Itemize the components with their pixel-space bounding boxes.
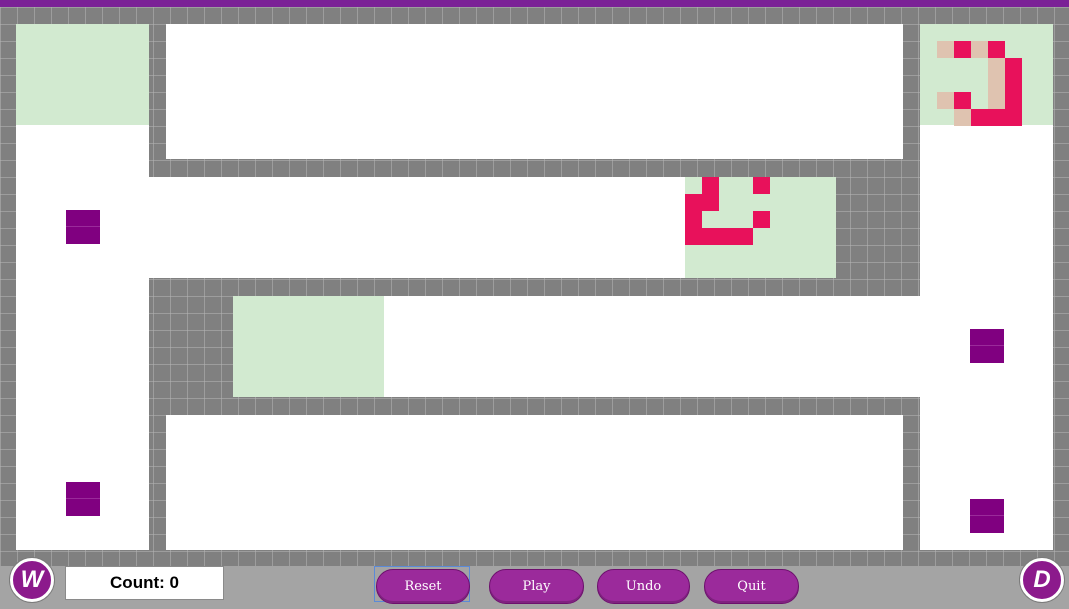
snake-segment xyxy=(1005,75,1022,92)
quit-button[interactable]: Quit xyxy=(704,569,799,604)
purple-block[interactable] xyxy=(970,329,1004,363)
snake-segment xyxy=(753,177,770,194)
snake-trail xyxy=(937,41,954,58)
snake-segment xyxy=(685,194,702,211)
snake-segment xyxy=(988,41,1005,58)
snake-segment xyxy=(702,228,719,245)
snake-trail xyxy=(971,41,988,58)
purple-block[interactable] xyxy=(66,482,100,516)
snake-segment xyxy=(954,92,971,109)
undo-button[interactable]: Undo xyxy=(597,569,690,604)
snake-segment xyxy=(753,211,770,228)
goal-zone-top-left xyxy=(16,24,149,125)
reset-button[interactable]: Reset xyxy=(376,569,470,604)
snake-trail xyxy=(954,109,971,126)
snake-segment xyxy=(702,194,719,211)
top-accent-bar xyxy=(0,0,1069,7)
purple-block[interactable] xyxy=(66,210,100,244)
left-badge-button[interactable]: W xyxy=(10,558,54,602)
snake-trail xyxy=(988,92,1005,109)
purple-block[interactable] xyxy=(970,499,1004,533)
bottom-room xyxy=(166,415,903,550)
snake-segment xyxy=(988,109,1005,126)
snake-trail xyxy=(988,58,1005,75)
snake-segment xyxy=(1005,109,1022,126)
top-room xyxy=(166,24,903,159)
snake-segment xyxy=(736,228,753,245)
snake-segment xyxy=(702,177,719,194)
snake-segment xyxy=(1005,58,1022,75)
game-board xyxy=(0,7,1069,566)
snake-segment xyxy=(971,109,988,126)
right-badge-button[interactable]: D xyxy=(1020,558,1064,602)
snake-segment xyxy=(1005,92,1022,109)
move-counter: Count: 0 xyxy=(65,566,224,600)
snake-segment xyxy=(685,228,702,245)
play-button[interactable]: Play xyxy=(489,569,584,604)
snake-segment xyxy=(685,211,702,228)
goal-zone-lower-middle xyxy=(233,296,384,397)
snake-trail xyxy=(988,75,1005,92)
snake-trail xyxy=(937,92,954,109)
snake-segment xyxy=(954,41,971,58)
snake-segment xyxy=(719,228,736,245)
